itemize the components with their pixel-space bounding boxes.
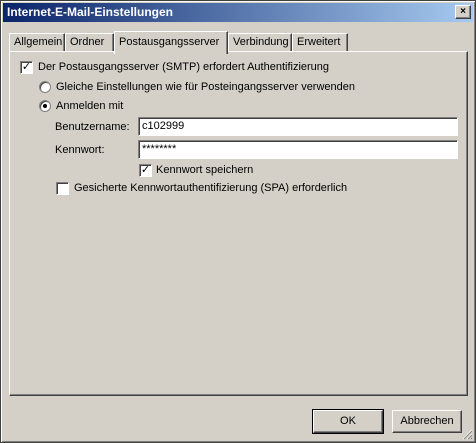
window-title: Internet-E-Mail-Einstellungen bbox=[7, 5, 174, 19]
username-field[interactable]: c102999 bbox=[138, 117, 458, 136]
spa-checkbox[interactable] bbox=[56, 182, 69, 195]
ok-button[interactable]: OK bbox=[312, 409, 384, 434]
tab-erweitert[interactable]: Erweitert bbox=[292, 33, 348, 52]
login-with-radio[interactable] bbox=[39, 100, 51, 112]
close-icon: × bbox=[460, 6, 466, 17]
spa-label: Gesicherte Kennwortauthentifizierung (SP… bbox=[74, 182, 348, 194]
password-field[interactable]: ******** bbox=[138, 140, 458, 159]
cancel-button[interactable]: Abbrechen bbox=[392, 410, 462, 433]
resize-grip-icon[interactable] bbox=[461, 428, 473, 440]
radio-dot-icon bbox=[43, 104, 47, 108]
tab-ordner[interactable]: Ordner bbox=[65, 33, 114, 52]
tab-postausgangsserver[interactable]: Postausgangsserver bbox=[114, 31, 228, 54]
requires-auth-label: Der Postausgangsserver (SMTP) erfordert … bbox=[38, 61, 330, 73]
password-label: Kennwort: bbox=[55, 144, 105, 156]
tab-allgemein[interactable]: Allgemein bbox=[9, 33, 65, 52]
tab-verbindung[interactable]: Verbindung bbox=[228, 33, 292, 52]
same-settings-label: Gleiche Einstellungen wie für Posteingan… bbox=[56, 81, 356, 93]
login-with-label: Anmelden mit bbox=[56, 100, 124, 112]
requires-auth-checkbox[interactable]: ✓ bbox=[20, 61, 33, 74]
same-settings-radio[interactable] bbox=[39, 81, 51, 93]
title-bar[interactable]: Internet-E-Mail-Einstellungen × bbox=[3, 3, 473, 22]
checkmark-icon: ✓ bbox=[140, 164, 151, 176]
username-label: Benutzername: bbox=[55, 121, 130, 133]
dialog-window: Internet-E-Mail-Einstellungen × Allgemei… bbox=[0, 0, 476, 443]
close-button[interactable]: × bbox=[455, 5, 471, 19]
tab-panel-postausgangsserver: ✓ Der Postausgangsserver (SMTP) erforder… bbox=[9, 51, 468, 396]
save-password-label: Kennwort speichern bbox=[156, 164, 254, 176]
checkmark-icon: ✓ bbox=[21, 61, 32, 73]
save-password-checkbox[interactable]: ✓ bbox=[139, 164, 152, 177]
